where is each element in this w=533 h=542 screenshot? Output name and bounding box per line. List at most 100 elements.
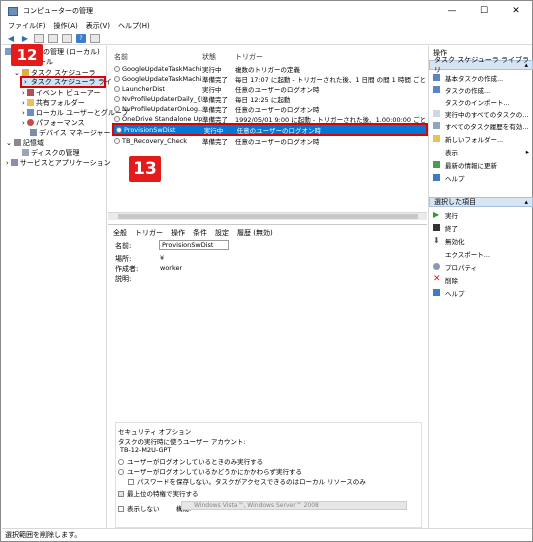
tree-disk-management[interactable]: ディスクの管理	[22, 148, 80, 157]
clock-icon	[114, 96, 120, 102]
scrollbar-thumb[interactable]	[118, 214, 418, 219]
option-hidden[interactable]: 表示しない	[118, 503, 160, 513]
checkbox-icon[interactable]	[128, 479, 134, 485]
section-task-library[interactable]: タスク スケジューラ ライブラリ ▴	[429, 56, 533, 74]
maximize-button[interactable]: ☐	[468, 2, 500, 20]
minimize-button[interactable]: —	[436, 2, 468, 20]
task-row[interactable]: NvProfileUpdaterOnLog... 準備完了 任意のユーザーのログ…	[114, 104, 427, 114]
checkbox-icon[interactable]	[118, 491, 124, 497]
submenu-arrow-icon: ▸	[525, 147, 529, 156]
option-run-regardless[interactable]: ユーザーがログオンしているかどうかにかかわらず実行する	[118, 466, 302, 476]
tab-settings[interactable]: 設定	[215, 228, 229, 238]
step-badge-12: 12	[11, 44, 43, 66]
task-row[interactable]: NvProfileUpdaterDaily_{B... 準備完了 毎日 12:2…	[114, 94, 427, 104]
action-enable-history[interactable]: すべてのタスク履歴を有効...	[433, 121, 528, 131]
tab-triggers[interactable]: トリガー	[135, 228, 163, 238]
radio-icon[interactable]	[118, 459, 124, 465]
chevron-right-icon[interactable]: ›	[24, 78, 27, 86]
option-highest-privileges[interactable]: 最上位の特権で実行する	[118, 488, 199, 498]
action-properties[interactable]: プロパティ	[433, 262, 477, 272]
show-tree-icon[interactable]	[48, 33, 58, 43]
clock-icon	[114, 116, 120, 122]
menu-help[interactable]: ヘルプ(H)	[118, 21, 150, 31]
tree-shared-folders[interactable]: › 共有フォルダー	[22, 98, 85, 107]
action-view[interactable]: 表示 ▸	[433, 147, 529, 157]
tab-actions[interactable]: 操作	[171, 228, 185, 238]
chevron-down-icon[interactable]: ⌄	[14, 69, 20, 77]
clock-icon	[114, 66, 120, 72]
properties-icon	[433, 263, 440, 270]
action-import-task[interactable]: タスクのインポート...	[433, 97, 510, 107]
menu-action[interactable]: 操作(A)	[54, 21, 78, 31]
action-pane-icon[interactable]	[90, 33, 100, 43]
play-icon: ▶	[433, 210, 440, 219]
delete-x-icon: ✕	[433, 274, 441, 284]
status-bar: 選択範囲を削除します。	[2, 528, 532, 541]
column-header-trigger[interactable]: トリガー	[235, 52, 263, 62]
option-no-password[interactable]: パスワードを保存しない。タスクがアクセスできるのはローカル リソースのみ	[128, 476, 366, 486]
chevron-right-icon[interactable]: ›	[22, 99, 25, 107]
menu-view[interactable]: 表示(V)	[86, 21, 110, 31]
action-refresh[interactable]: 最新の情報に更新	[433, 160, 497, 170]
section-selected-item[interactable]: 選択した項目 ▴	[429, 197, 533, 207]
computer-management-icon	[8, 6, 18, 16]
action-help-selected[interactable]: ヘルプ	[433, 288, 465, 298]
config-select[interactable]: Windows Vista™, Windows Server™ 2008	[181, 501, 407, 510]
clock-icon	[116, 126, 122, 133]
show-list-icon[interactable]	[62, 33, 72, 43]
task-row[interactable]: GoogleUpdateTaskMachi... 実行中 複数のトリガーの定義	[114, 64, 427, 74]
menu-file[interactable]: ファイル(F)	[8, 21, 46, 31]
task-row[interactable]: GoogleUpdateTaskMachi... 準備完了 毎日 17:07 に…	[114, 74, 427, 84]
help-icon[interactable]: ?	[76, 33, 86, 43]
step-badge-13: 13	[129, 156, 161, 182]
chevron-right-icon[interactable]: ›	[22, 119, 25, 127]
back-arrow-icon[interactable]: ◀	[6, 34, 16, 43]
chevron-right-icon[interactable]: ›	[6, 159, 9, 167]
task-row[interactable]: TB_Recovery_Check 準備完了 任意のユーザーのログオン時	[114, 136, 427, 146]
collapse-up-icon[interactable]: ▴	[524, 198, 528, 206]
collapse-up-icon[interactable]: ▴	[524, 61, 528, 69]
tree-services[interactable]: › サービスとアプリケーション	[6, 158, 111, 167]
column-header-name[interactable]: 名前	[114, 52, 128, 62]
running-tasks-icon	[433, 110, 440, 117]
column-header-status[interactable]: 状態	[202, 52, 216, 62]
window-title: コンピューターの管理	[23, 7, 93, 15]
help-icon	[433, 174, 440, 181]
chevron-right-icon[interactable]: ›	[22, 89, 25, 97]
action-create-task[interactable]: タスクの作成...	[433, 85, 490, 95]
tree-event-viewer[interactable]: › イベント ビューアー	[22, 88, 100, 97]
tab-conditions[interactable]: 条件	[193, 228, 207, 238]
task-row[interactable]: LauncherDist 実行中 任意のユーザーのログオン時	[114, 84, 427, 94]
option-logged-on-only[interactable]: ユーザーがログオンしているときのみ実行する	[118, 456, 263, 466]
action-disable[interactable]: ⬇ 無効化	[433, 236, 465, 246]
close-button[interactable]: ✕	[500, 2, 532, 20]
title-bar: コンピューターの管理 — ☐ ✕	[2, 2, 532, 20]
action-export[interactable]: エクスポート...	[433, 249, 490, 259]
forward-arrow-icon[interactable]: ▶	[20, 34, 30, 43]
checkbox-icon[interactable]	[118, 506, 124, 512]
action-end[interactable]: 終了	[433, 223, 458, 233]
action-delete[interactable]: ✕ 削除	[433, 274, 458, 285]
task-row-selected[interactable]: ProvisionSwDist 実行中 任意のユーザーのログオン時	[112, 123, 428, 136]
action-show-running[interactable]: 実行中のすべてのタスクの...	[433, 109, 528, 119]
tree-performance[interactable]: › パフォーマンス	[22, 118, 85, 127]
location-label: 場所:	[115, 255, 132, 263]
radio-icon[interactable]	[118, 469, 124, 475]
tab-history[interactable]: 履歴 (無効)	[237, 228, 273, 238]
chevron-down-icon[interactable]: ⌄	[6, 139, 12, 147]
folder-up-icon[interactable]	[34, 33, 44, 43]
action-run[interactable]: ▶ 実行	[433, 210, 458, 220]
basic-task-icon	[433, 74, 440, 81]
tree-storage[interactable]: ⌄ 記憶域	[6, 138, 44, 147]
app-window: コンピューターの管理 — ☐ ✕ ファイル(F) 操作(A) 表示(V) ヘルプ…	[0, 0, 533, 542]
tab-general[interactable]: 全般	[113, 228, 127, 238]
action-create-basic-task[interactable]: 基本タスクの作成...	[433, 73, 503, 83]
action-new-folder[interactable]: 新しいフォルダー...	[433, 134, 503, 144]
security-title: セキュリティ オプション	[118, 428, 192, 436]
tree-task-library[interactable]: › タスク スケジューラ ライ	[20, 76, 112, 88]
tree-device-manager[interactable]: デバイス マネージャー	[30, 128, 111, 137]
chevron-right-icon[interactable]: ›	[22, 109, 25, 117]
horizontal-scrollbar[interactable]	[108, 212, 427, 220]
action-help[interactable]: ヘルプ	[433, 173, 465, 183]
task-name-field[interactable]: ProvisionSwDist	[159, 240, 229, 250]
